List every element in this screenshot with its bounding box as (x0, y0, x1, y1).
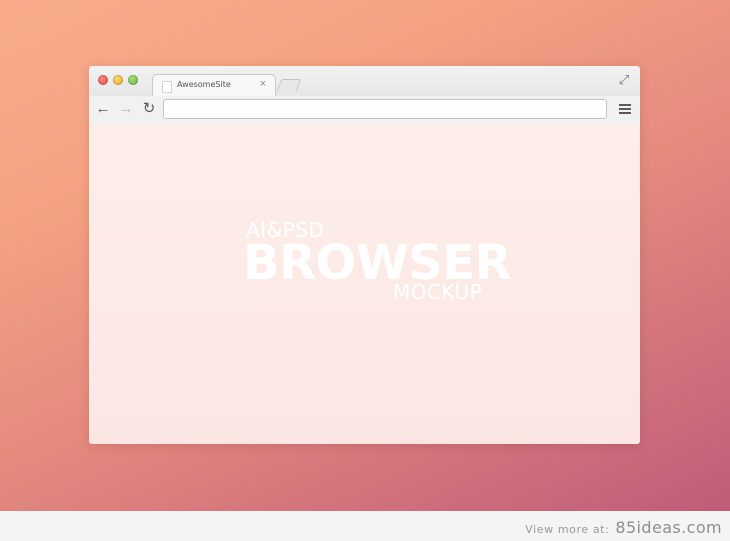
forward-icon[interactable]: → (118, 101, 134, 117)
address-bar-input[interactable] (163, 99, 607, 119)
page-viewport: AI&PSD BROWSER MOCKUP (89, 124, 640, 444)
minimize-window-button[interactable] (113, 75, 123, 85)
fullscreen-icon[interactable]: ⤢ (617, 73, 631, 87)
new-tab-button[interactable] (276, 79, 302, 91)
maximize-window-button[interactable] (128, 75, 138, 85)
window-controls (98, 75, 138, 85)
tab-close-icon[interactable]: × (260, 78, 266, 90)
back-icon[interactable]: ← (95, 101, 111, 117)
hero-caption: MOCKUP (393, 280, 483, 304)
menu-line (619, 104, 631, 106)
footer-bar: View more at: 85ideas.com (0, 511, 730, 541)
credit-prefix: View more at: (525, 523, 610, 536)
title-bar: AwesomeSite × ⤢ ← → ↻ (89, 66, 640, 125)
menu-line (619, 108, 631, 110)
credit-site-link[interactable]: 85ideas.com (615, 518, 722, 537)
toolbar: ← → ↻ (89, 96, 640, 124)
browser-window: AwesomeSite × ⤢ ← → ↻ AI&PSD BROWSER MOC… (89, 66, 640, 444)
close-window-button[interactable] (98, 75, 108, 85)
menu-icon[interactable] (619, 104, 631, 114)
page-icon (162, 81, 172, 93)
menu-line (619, 112, 631, 114)
credit: View more at: 85ideas.com (525, 518, 722, 537)
tab-title: AwesomeSite (177, 80, 231, 89)
tab-awesomesite[interactable]: AwesomeSite × (152, 74, 276, 97)
reload-icon[interactable]: ↻ (141, 101, 157, 117)
hero-logo: AI&PSD BROWSER MOCKUP (243, 219, 512, 319)
